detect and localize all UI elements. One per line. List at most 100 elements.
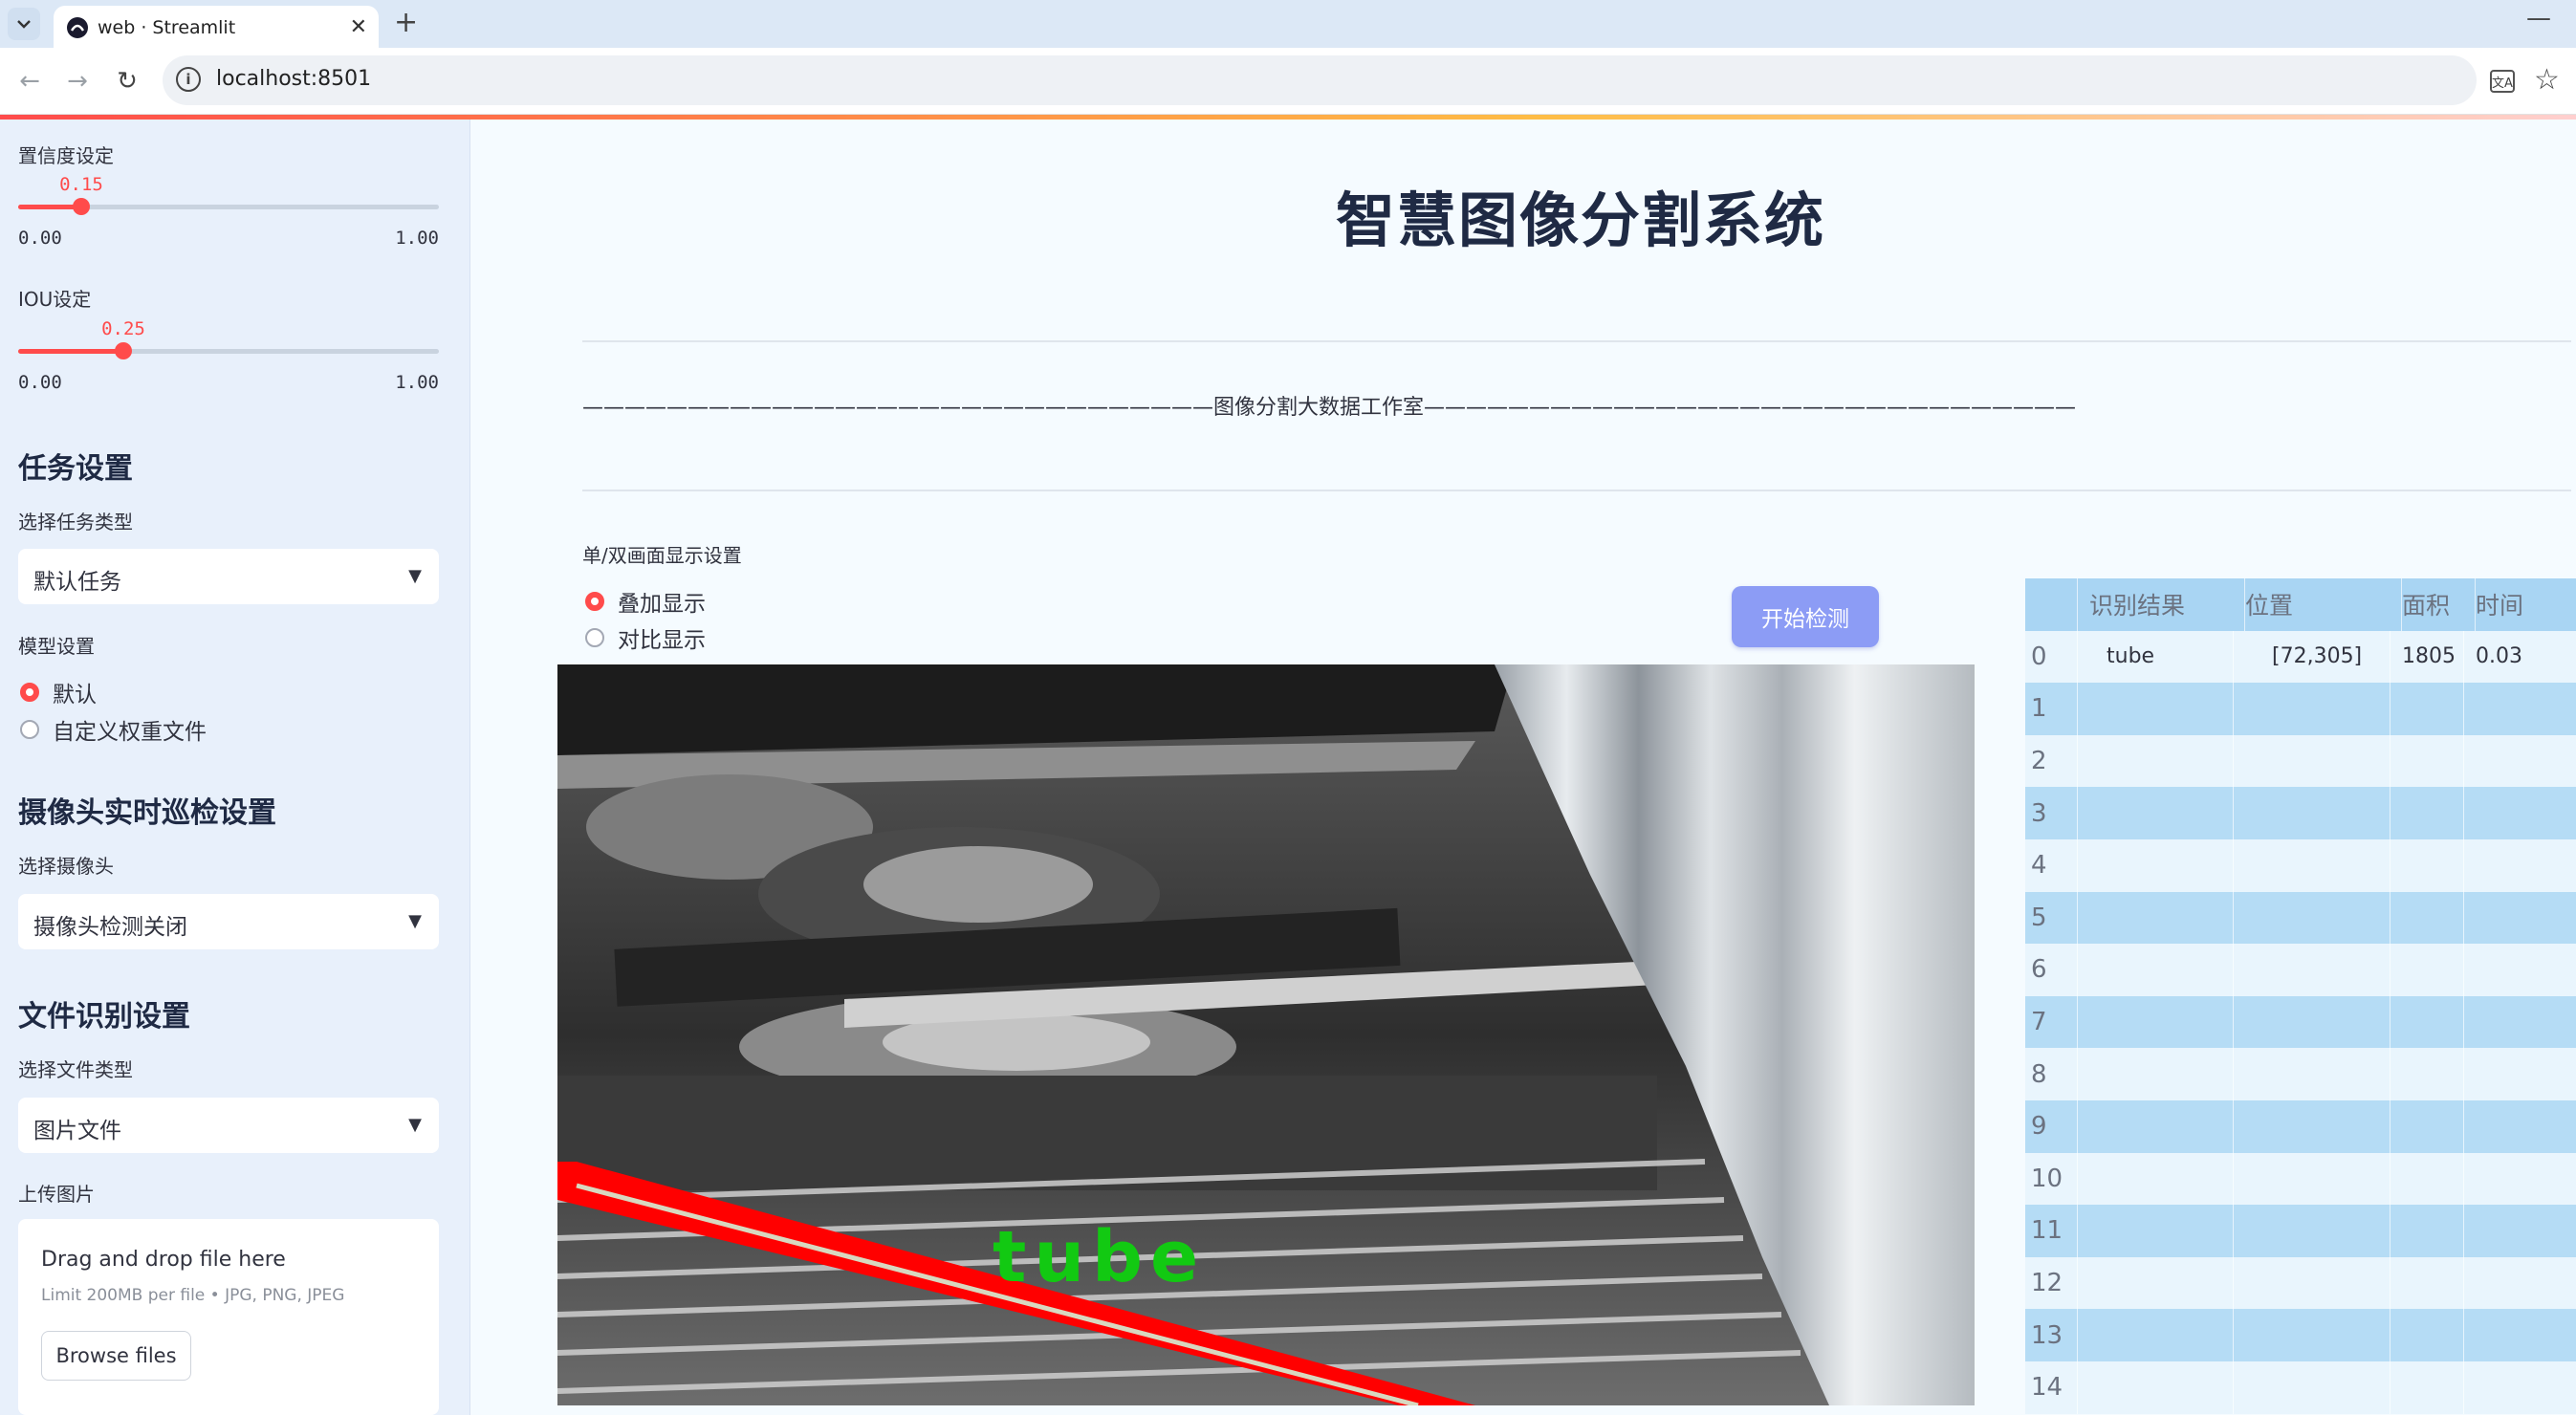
- table-cell-position: [2272, 1309, 2390, 1361]
- table-cell-position: [2272, 734, 2390, 788]
- table-cell-position: [2272, 1256, 2390, 1310]
- table-header-row: 识别结果 位置 面积 时间: [2025, 578, 2576, 631]
- browse-files-button[interactable]: Browse files: [41, 1331, 191, 1381]
- radio-label: 叠加显示: [618, 592, 706, 617]
- table-cell-index: 8: [2031, 1048, 2078, 1100]
- table-cell-area: [2402, 995, 2464, 1049]
- table-row[interactable]: 10: [2025, 1152, 2576, 1206]
- table-cell-result: [2107, 1205, 2234, 1257]
- slider-max: 1.00: [395, 372, 439, 393]
- table-row[interactable]: 7: [2025, 995, 2576, 1049]
- table-cell-position: [2272, 944, 2390, 996]
- table-header-cell[interactable]: 位置: [2245, 578, 2402, 631]
- table-row[interactable]: 12: [2025, 1256, 2576, 1310]
- url-text[interactable]: localhost:8501: [216, 67, 371, 91]
- table-cell-time: [2476, 735, 2576, 788]
- table-cell-index: 10: [2031, 1152, 2078, 1206]
- reload-icon[interactable]: ↻: [109, 63, 145, 99]
- radio-selected-icon: [585, 592, 604, 611]
- table-cell-time: [2476, 1205, 2576, 1257]
- slider-thumb[interactable]: [73, 198, 90, 215]
- table-cell-area: [2402, 1152, 2464, 1206]
- model-radio-custom[interactable]: 自定义权重文件: [20, 714, 207, 745]
- table-header-cell[interactable]: 识别结果: [2089, 578, 2245, 631]
- minimize-window-icon[interactable]: —: [2526, 4, 2551, 33]
- browser-tab[interactable]: web · Streamlit ✕: [54, 6, 379, 48]
- table-row[interactable]: 14: [2025, 1361, 2576, 1414]
- confidence-slider[interactable]: 0.15 0.00 1.00: [18, 174, 439, 249]
- tab-title: web · Streamlit: [98, 17, 236, 38]
- slider-thumb[interactable]: [115, 342, 132, 359]
- table-cell-result: [2107, 787, 2234, 839]
- table-row[interactable]: 2: [2025, 734, 2576, 788]
- file-type-value: 图片文件: [33, 1119, 121, 1143]
- site-info-icon[interactable]: i: [176, 67, 201, 92]
- table-cell-time: [2476, 839, 2576, 892]
- file-type-label: 选择文件类型: [18, 1058, 133, 1081]
- undercarriage-photo: tube: [557, 664, 1975, 1405]
- back-arrow-icon[interactable]: ←: [11, 63, 48, 99]
- table-cell-area: [2402, 1361, 2464, 1414]
- file-type-select[interactable]: 图片文件 ▼: [18, 1098, 439, 1153]
- start-detection-button[interactable]: 开始检测: [1732, 586, 1879, 647]
- model-radio-default[interactable]: 默认: [20, 677, 97, 708]
- chevron-down-icon: [17, 20, 31, 29]
- confidence-label: 置信度设定: [18, 144, 114, 167]
- bookmark-star-icon[interactable]: ☆: [2534, 63, 2560, 97]
- table-cell-index: 1: [2031, 683, 2078, 735]
- table-row[interactable]: 0 tube [72,305] 1805 0.03: [2025, 630, 2576, 684]
- streamlit-favicon-icon: [67, 17, 88, 38]
- dropdown-caret-icon: ▼: [408, 911, 422, 931]
- table-cell-result: [2107, 839, 2234, 892]
- camera-select[interactable]: 摄像头检测关闭 ▼: [18, 894, 439, 949]
- table-cell-time: [2476, 944, 2576, 996]
- table-row[interactable]: 5: [2025, 891, 2576, 945]
- table-row[interactable]: 9: [2025, 1100, 2576, 1153]
- table-cell-position: [2272, 1361, 2390, 1414]
- table-header-cell[interactable]: 时间: [2476, 578, 2576, 631]
- new-tab-icon[interactable]: +: [394, 6, 418, 39]
- table-cell-time: [2476, 1361, 2576, 1414]
- table-cell-result: tube: [2107, 630, 2234, 684]
- table-cell-position: [2272, 1152, 2390, 1206]
- results-table[interactable]: 识别结果 位置 面积 时间 0 tube [72,305] 1805 0.03 1 2 3 4 5 6 7 8 9…: [2025, 578, 2576, 1415]
- table-row[interactable]: 1: [2025, 683, 2576, 735]
- table-cell-time: [2476, 1048, 2576, 1100]
- tab-search-button[interactable]: [8, 8, 40, 40]
- forward-arrow-icon[interactable]: →: [59, 63, 96, 99]
- table-cell-time: [2476, 1309, 2576, 1361]
- display-radio-compare[interactable]: 对比显示: [585, 622, 706, 653]
- table-row[interactable]: 11: [2025, 1205, 2576, 1257]
- table-row[interactable]: 4: [2025, 839, 2576, 892]
- address-bar[interactable]: i localhost:8501: [163, 55, 2477, 105]
- uploader-title: Drag and drop file here: [41, 1248, 286, 1272]
- table-row[interactable]: 6: [2025, 944, 2576, 996]
- display-mode-label: 单/双画面显示设置: [582, 544, 742, 567]
- table-cell-time: [2476, 1153, 2576, 1206]
- table-cell-index: 6: [2031, 944, 2078, 996]
- table-header-cell[interactable]: 面积: [2402, 578, 2476, 631]
- file-uploader-dropzone[interactable]: Drag and drop file here Limit 200MB per …: [18, 1219, 439, 1415]
- translate-icon[interactable]: 文A: [2490, 70, 2515, 93]
- table-row[interactable]: 13: [2025, 1309, 2576, 1361]
- table-cell-time: [2476, 683, 2576, 735]
- table-cell-index: 7: [2031, 995, 2078, 1049]
- detection-result-image: tube: [557, 664, 1975, 1405]
- table-cell-index: 9: [2031, 1100, 2078, 1153]
- uploader-limit: Limit 200MB per file • JPG, PNG, JPEG: [41, 1286, 345, 1305]
- iou-slider[interactable]: 0.25 0.00 1.00: [18, 318, 439, 393]
- table-cell-time: [2476, 1100, 2576, 1153]
- table-cell-index: 2: [2031, 734, 2078, 788]
- task-type-label: 选择任务类型: [18, 511, 133, 533]
- display-radio-overlay[interactable]: 叠加显示: [585, 586, 706, 617]
- file-settings-heading: 文件识别设置: [18, 1000, 190, 1034]
- table-cell-result: [2107, 734, 2234, 788]
- table-row[interactable]: 3: [2025, 787, 2576, 839]
- close-tab-icon[interactable]: ✕: [350, 15, 367, 39]
- table-cell-position: [2272, 839, 2390, 892]
- table-row[interactable]: 8: [2025, 1048, 2576, 1100]
- table-cell-time: 0.03: [2476, 631, 2576, 684]
- table-header-corner: [2025, 578, 2078, 631]
- task-type-select[interactable]: 默认任务 ▼: [18, 549, 439, 604]
- table-cell-position: [2272, 1048, 2390, 1100]
